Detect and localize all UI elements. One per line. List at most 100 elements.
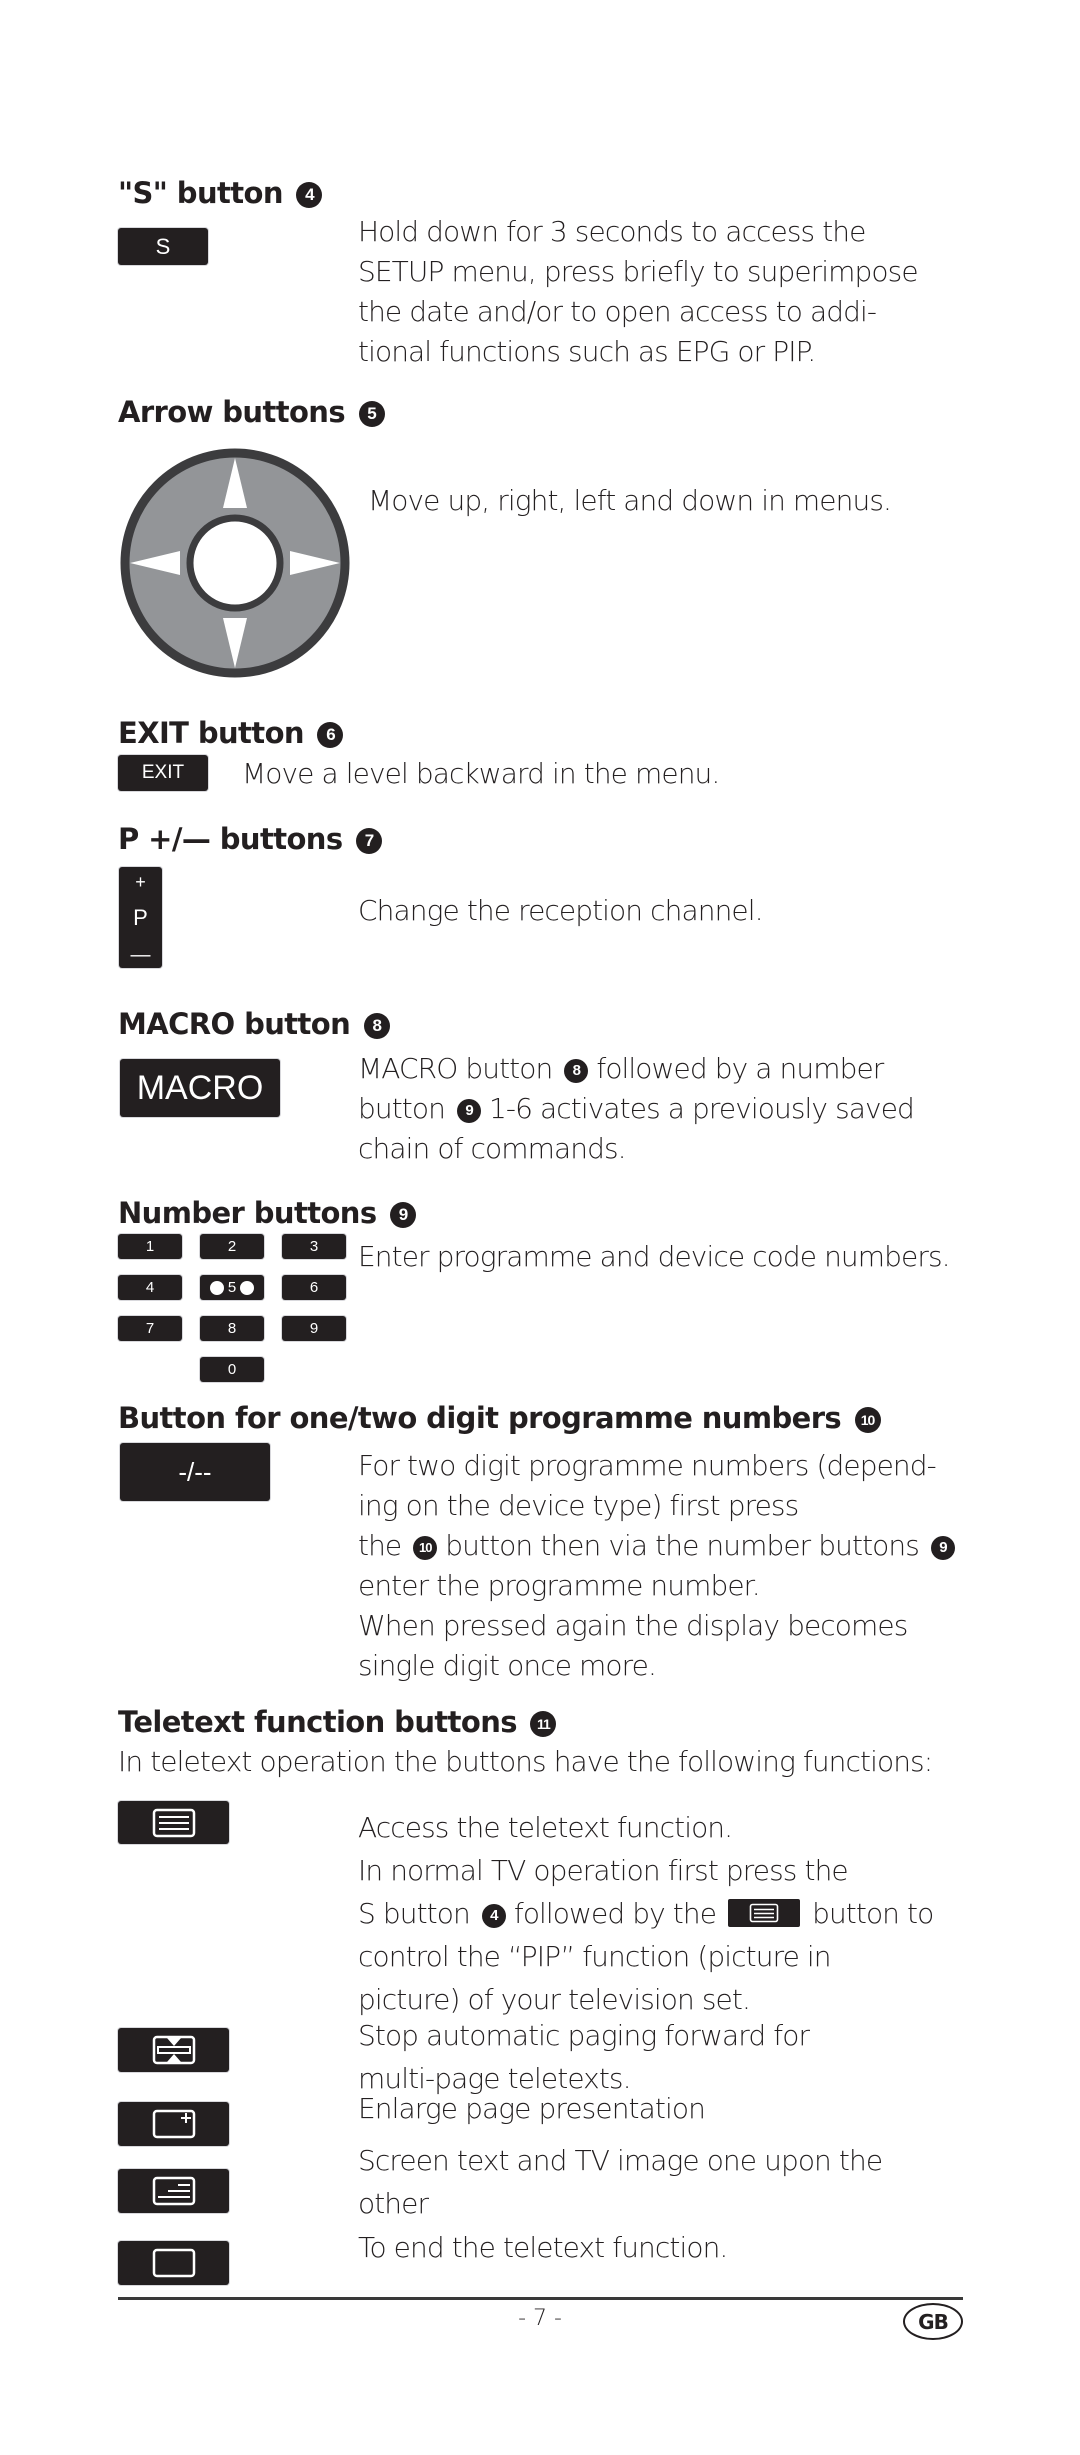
key-label: 7 (145, 1320, 155, 1337)
macro-key-label: MACRO (136, 1068, 264, 1107)
ref-number-badge: 5 (358, 401, 385, 427)
ref-number-badge: 4 (481, 1904, 506, 1928)
text-line: tional functions such as EPG or PIP. (358, 335, 816, 368)
number-key-2: 2 (200, 1234, 264, 1259)
teletext-intro: In teletext operation the buttons have t… (118, 1745, 933, 1778)
text-line: chain of commands. (358, 1132, 627, 1165)
teletext-icon (152, 1808, 195, 1837)
cancel-item-description: To end the teletext function. (358, 2231, 728, 2264)
teletext-key-illustration (118, 1801, 229, 1844)
hold-icon (152, 2035, 195, 2065)
heading-text: EXIT button (118, 716, 305, 750)
macro-button-heading: MACRO button 8 (118, 1007, 390, 1041)
text-line: enter the programme number. (358, 1569, 761, 1602)
number-key-1: 1 (118, 1234, 182, 1259)
heading-text: P +/— buttons (118, 822, 343, 856)
text-line: control the “PIP” function (picture in (358, 1940, 832, 1973)
key-label: 0 (227, 1361, 237, 1378)
number-key-9: 9 (282, 1316, 346, 1341)
mix-item-description: Screen text and TV image one upon the ot… (358, 2139, 883, 2225)
text-span: S button (358, 1897, 471, 1930)
hold-key-illustration (118, 2028, 229, 2072)
digit-button-description: For two digit programme numbers (depend-… (358, 1446, 955, 1686)
ref-number-badge: 6 (317, 722, 344, 748)
key-label: 9 (309, 1320, 319, 1337)
exit-button-heading: EXIT button 6 (118, 716, 344, 750)
ref-number-badge: 7 (356, 828, 382, 854)
ref-number-badge: 8 (564, 1059, 589, 1083)
text-span: button then via the number buttons (445, 1529, 920, 1562)
key-label: 5 (227, 1279, 237, 1296)
text-line: Access the teletext function. (358, 1811, 733, 1844)
heading-text: "S" button (118, 176, 284, 210)
text-line: SETUP menu, press briefly to superimpose (358, 255, 919, 288)
inline-teletext-key (728, 1899, 801, 1927)
digit-key-label: -/-- (178, 1456, 212, 1487)
s-button-heading: "S" button 4 (118, 176, 323, 210)
ref-number-badge: 8 (363, 1013, 390, 1039)
text-line: other (358, 2187, 429, 2220)
key-label: 2 (227, 1238, 237, 1255)
number-key-6: 6 (282, 1275, 346, 1300)
digit-button-heading: Button for one/two digit programme numbe… (118, 1401, 881, 1435)
text-line: button 9 1-6 activates a previously save… (358, 1089, 915, 1129)
dpad-illustration (120, 448, 350, 678)
ref-number-badge: 9 (390, 1202, 417, 1228)
exit-key-illustration: EXIT (118, 755, 208, 791)
minus-icon: — (130, 944, 151, 966)
footer-divider (118, 2297, 963, 2300)
arrow-buttons-description: Move up, right, left and down in menus. (368, 484, 892, 517)
heading-text: Arrow buttons (118, 395, 346, 429)
s-key-label: S (155, 233, 171, 259)
text-span: the (358, 1529, 402, 1562)
text-span: followed by a number (596, 1052, 884, 1085)
dpad-center-button (186, 514, 284, 612)
digit-key-illustration: -/-- (120, 1443, 270, 1501)
arrow-buttons-heading: Arrow buttons 5 (118, 395, 385, 429)
text-line: MACRO button 8 followed by a number (358, 1049, 914, 1089)
enlarge-item-description: Enlarge page presentation (358, 2092, 706, 2125)
text-span: MACRO button (358, 1052, 553, 1085)
p-buttons-description: Change the reception channel. (358, 894, 764, 927)
key-label: 8 (227, 1320, 237, 1337)
key-label: 3 (309, 1238, 319, 1255)
exit-button-description: Move a level backward in the menu. (242, 757, 720, 790)
ref-number-badge: 9 (930, 1536, 955, 1560)
text-line: For two digit programme numbers (depend- (358, 1449, 937, 1482)
text-line: Stop automatic paging forward for (358, 2019, 810, 2052)
ref-number-badge: 10 (413, 1536, 438, 1560)
teletext-buttons-heading: Teletext function buttons 11 (118, 1705, 557, 1739)
text-line: Hold down for 3 seconds to access the (358, 215, 866, 248)
ref-number-badge: 10 (854, 1407, 881, 1433)
ref-number-badge: 9 (456, 1099, 481, 1123)
key-label: 1 (145, 1238, 155, 1255)
dot-icon (240, 1280, 255, 1295)
cancel-key-illustration (118, 2241, 229, 2285)
number-buttons-heading: Number buttons 9 (118, 1196, 417, 1230)
text-line: S button 4 followed by the button to (358, 1892, 934, 1935)
text-line: ing on the device type) first press (358, 1489, 799, 1522)
page-number: - 7 - (518, 2306, 562, 2331)
text-line: single digit once more. (358, 1649, 657, 1682)
text-line: the 10 button then via the number button… (358, 1526, 955, 1566)
p-buttons-heading: P +/— buttons 7 (118, 822, 382, 856)
teletext-icon (749, 1903, 779, 1923)
cancel-icon (152, 2248, 195, 2278)
key-label: 6 (309, 1279, 319, 1296)
text-span: followed by the (513, 1897, 717, 1930)
heading-text: MACRO button (118, 1007, 351, 1041)
number-key-5: 5 (200, 1275, 264, 1300)
ref-number-badge: 4 (296, 182, 323, 208)
mix-icon (152, 2176, 195, 2206)
macro-key-illustration: MACRO (120, 1059, 280, 1117)
mix-key-illustration (118, 2169, 229, 2213)
heading-text: Button for one/two digit programme numbe… (118, 1401, 842, 1435)
exit-key-label: EXIT (141, 762, 185, 783)
heading-text: Teletext function buttons (118, 1705, 518, 1739)
p-key-illustration: + P — (119, 867, 162, 968)
text-line: Screen text and TV image one upon the (358, 2144, 883, 2177)
number-buttons-description: Enter programme and device code numbers. (358, 1240, 951, 1273)
text-line: In normal TV operation first press the (358, 1854, 849, 1887)
number-key-4: 4 (118, 1275, 182, 1300)
text-line: the date and/or to open access to addi- (358, 295, 877, 328)
